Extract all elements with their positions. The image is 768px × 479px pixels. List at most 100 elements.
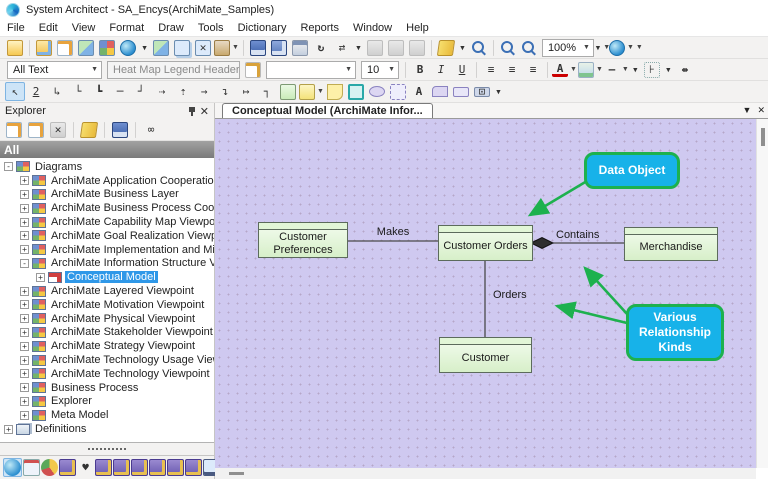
zoom-out-button[interactable]	[519, 38, 539, 57]
font-size-combo[interactable]: 10 ▼	[361, 60, 399, 79]
tree-item[interactable]: + ArchiMate Physical Viewpoint	[0, 312, 214, 326]
node-customer[interactable]: Customer	[439, 337, 532, 373]
fill-color-button[interactable]: ▼	[577, 60, 603, 79]
node-merchandise[interactable]: Merchandise	[624, 227, 718, 261]
rect-yellow-tool[interactable]: ▼	[299, 82, 324, 101]
menu-item[interactable]: Dictionary	[231, 21, 294, 35]
tree-item[interactable]: + ArchiMate Layered Viewpoint	[0, 284, 214, 298]
toolbar-overflow-button[interactable]: ▾	[630, 60, 641, 79]
diagram-canvas[interactable]: Customer Preferences Customer Orders Mer…	[215, 119, 756, 468]
menu-item[interactable]: Edit	[32, 21, 65, 35]
zoom-tool-button[interactable]	[469, 38, 489, 57]
select-tool[interactable]: ↖	[5, 82, 25, 101]
user-profile-button[interactable]: ▼	[214, 38, 239, 57]
dictionary-view-button[interactable]	[185, 459, 202, 476]
bookmark-button[interactable]	[436, 38, 456, 57]
browse-button[interactable]: ∞	[141, 120, 161, 139]
dashed-rect-tool[interactable]	[388, 82, 408, 101]
text-scope-combo[interactable]: All Text ▼	[7, 60, 102, 79]
chart-view-button[interactable]	[41, 459, 58, 476]
close-icon[interactable]: ✕	[200, 105, 209, 118]
web-publish-button[interactable]: ▼ ▼	[608, 38, 643, 57]
menu-item[interactable]: View	[65, 21, 103, 35]
tree-item[interactable]: + Explorer	[0, 395, 214, 409]
copy-button[interactable]	[386, 38, 406, 57]
align-right-button[interactable]: ≡	[523, 60, 543, 79]
explorer-browser-button[interactable]	[118, 38, 138, 57]
tree-item[interactable]: + ArchiMate Business Layer	[0, 188, 214, 202]
dictionary-view-button[interactable]	[95, 459, 112, 476]
expand-toggle-icon[interactable]: +	[20, 245, 29, 255]
underline-button[interactable]: U	[452, 60, 472, 79]
vertical-scroll-thumb[interactable]	[761, 128, 765, 146]
expand-toggle-icon[interactable]: +	[20, 369, 29, 379]
distribute-button[interactable]: ⊦	[642, 60, 662, 79]
expand-toggle-icon[interactable]: +	[20, 217, 29, 227]
tree-item[interactable]: + Business Process	[0, 381, 214, 395]
tree-item[interactable]: - ArchiMate Information Structure Viewpo…	[0, 257, 214, 271]
menu-item[interactable]: Draw	[151, 21, 191, 35]
orders-edge-label[interactable]: Orders	[493, 289, 527, 301]
relationship-arrow-2[interactable]	[554, 301, 628, 325]
zoom-in-button[interactable]	[498, 38, 518, 57]
new-diagram-button[interactable]	[76, 38, 96, 57]
ellipse-tool[interactable]	[367, 82, 387, 101]
makes-edge-label[interactable]: Makes	[371, 226, 415, 238]
tree-item[interactable]: - Diagrams	[0, 160, 214, 174]
expand-toggle-icon[interactable]: +	[20, 341, 29, 351]
tree-item[interactable]: + ArchiMate Goal Realization Viewpoint	[0, 229, 214, 243]
edit-definition-button[interactable]	[55, 38, 75, 57]
plain-rect-tool[interactable]	[451, 82, 471, 101]
close-tab-icon[interactable]: ✕	[757, 105, 765, 116]
delete-diagram-button[interactable]: ✕	[193, 38, 213, 57]
update-links-button[interactable]	[79, 120, 99, 139]
align-center-button[interactable]: ≡	[502, 60, 522, 79]
menu-item[interactable]: File	[0, 21, 32, 35]
toolbar-overflow-button[interactable]: ▾	[139, 38, 150, 57]
panel-splitter[interactable]	[0, 442, 214, 455]
print-button[interactable]	[290, 38, 310, 57]
reroute-line-tool[interactable]: 2	[26, 82, 46, 101]
expand-toggle-icon[interactable]: +	[36, 272, 45, 282]
vertical-scrollbar[interactable]	[756, 119, 768, 468]
tree-item[interactable]: + Definitions	[0, 422, 214, 436]
elbow-line-tool-3[interactable]: ┗	[89, 82, 109, 101]
align-shapes-button[interactable]: ⇹	[675, 60, 695, 79]
style-combo[interactable]: Heat Map Legend Header ▼	[107, 60, 240, 79]
font-color-button[interactable]: A ▼	[552, 60, 577, 79]
expand-toggle-icon[interactable]: +	[20, 327, 29, 337]
step-line-tool[interactable]: ┐	[257, 82, 277, 101]
dashed-arrow-tool-1[interactable]: ⇢	[152, 82, 172, 101]
contains-edge-label[interactable]: Contains	[556, 229, 606, 241]
menu-item[interactable]: Tools	[191, 21, 231, 35]
toolbar-overflow-button[interactable]: ▾	[663, 60, 674, 79]
link-button[interactable]: ⇄	[332, 38, 352, 57]
expand-toggle-icon[interactable]: +	[20, 176, 29, 186]
italic-button[interactable]: I	[431, 60, 451, 79]
tab-list-icon[interactable]: ▼	[743, 105, 752, 116]
end-arrow-tool[interactable]: ↦	[236, 82, 256, 101]
node-customer-orders[interactable]: Customer Orders	[438, 225, 533, 261]
tree-item[interactable]: + ArchiMate Application Cooperation View…	[0, 174, 214, 188]
dictionary-view-button[interactable]	[131, 459, 148, 476]
rect-green-tool[interactable]	[278, 82, 298, 101]
tab-conceptual-model[interactable]: Conceptual Model (ArchiMate Infor...	[222, 103, 433, 118]
tree-item[interactable]: + ArchiMate Business Process Cooperation…	[0, 201, 214, 215]
expand-toggle-icon[interactable]: +	[20, 286, 29, 296]
copy-diagram-button[interactable]	[172, 38, 192, 57]
bold-button[interactable]: B	[410, 60, 430, 79]
open-diagram-button[interactable]	[5, 38, 25, 57]
new-definition-button[interactable]	[34, 38, 54, 57]
aggregation-diamond-icon[interactable]	[529, 236, 555, 250]
cut-button[interactable]	[365, 38, 385, 57]
tree-item[interactable]: + Conceptual Model	[0, 270, 214, 284]
window-view-button[interactable]	[23, 459, 40, 476]
font-combo[interactable]: ▼	[266, 60, 356, 79]
save-button[interactable]	[248, 38, 268, 57]
callout-various-relationship-kinds[interactable]: Various Relationship Kinds	[626, 304, 724, 361]
align-left-button[interactable]: ≡	[481, 60, 501, 79]
edit-definition-button[interactable]	[4, 120, 24, 139]
show-diagram-button[interactable]	[110, 120, 130, 139]
tree-item[interactable]: + ArchiMate Capability Map Viewpoint	[0, 215, 214, 229]
arrow-line-tool[interactable]: →	[194, 82, 214, 101]
